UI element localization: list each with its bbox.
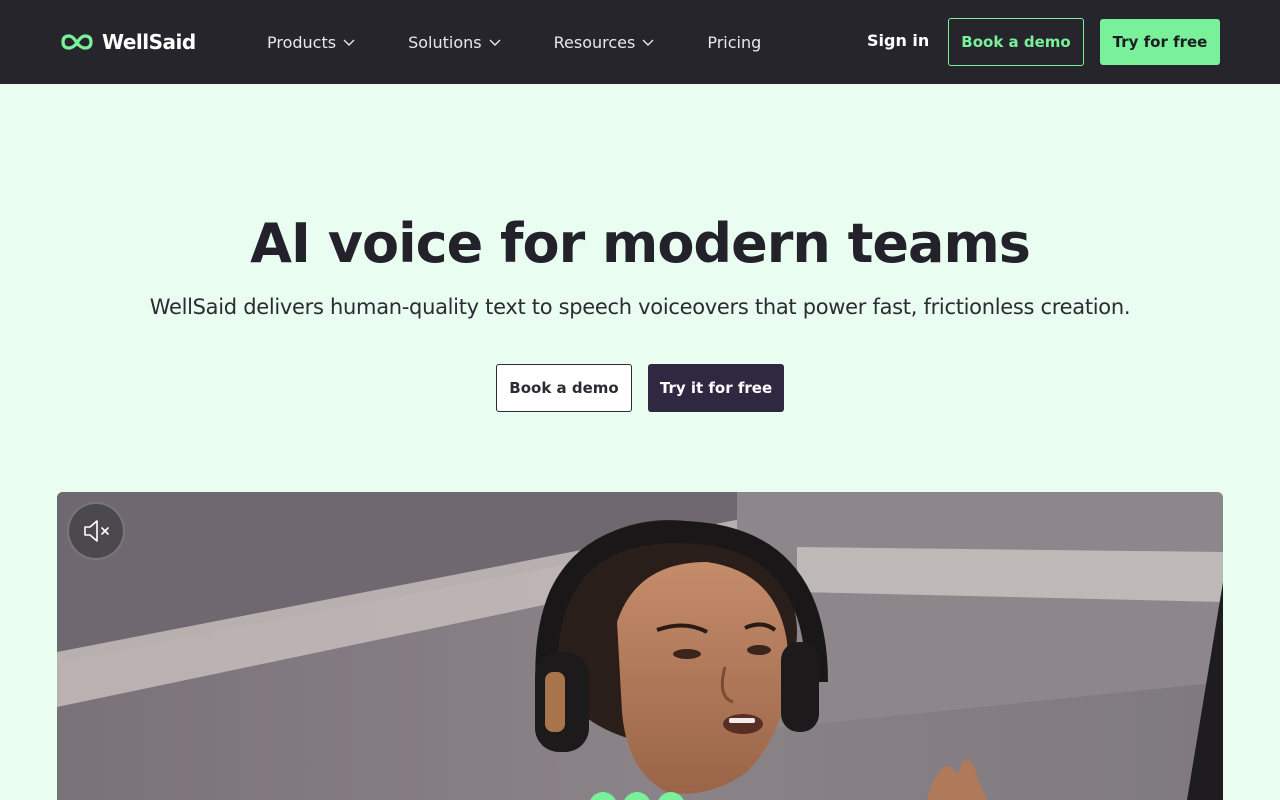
wellsaid-logo[interactable]: WellSaid [60, 28, 196, 56]
nav-book-demo-button[interactable]: Book a demo [948, 18, 1084, 66]
chevron-down-icon [642, 39, 654, 46]
nav-solutions-label: Solutions [408, 32, 482, 52]
main-menu: Products Solutions Resources Pricing [267, 0, 813, 84]
nav-try-free-button[interactable]: Try for free [1100, 19, 1220, 65]
green-dot [589, 792, 617, 800]
nav-pricing[interactable]: Pricing [707, 33, 761, 52]
nav-resources[interactable]: Resources [554, 33, 656, 52]
hero-title: AI voice for modern teams [250, 212, 1031, 275]
nav-resources-label: Resources [553, 32, 636, 52]
chevron-down-icon [489, 39, 501, 46]
logo-text: WellSaid [102, 30, 196, 54]
hero-subtitle: WellSaid delivers human-quality text to … [149, 295, 1131, 319]
logo-mark-icon [61, 34, 93, 50]
mute-toggle-button[interactable] [67, 502, 125, 560]
green-dot [657, 792, 685, 800]
nav-solutions[interactable]: Solutions [408, 33, 502, 52]
chevron-down-icon [343, 39, 355, 46]
nav-products[interactable]: Products [267, 33, 356, 52]
nav-pricing-label: Pricing [707, 32, 762, 52]
hero-try-free-button[interactable]: Try it for free [648, 364, 784, 412]
hero-video[interactable] [57, 492, 1223, 800]
sign-in-link[interactable]: Sign in [867, 31, 929, 50]
green-dot [623, 792, 651, 800]
video-decorative-dots [589, 792, 685, 800]
top-navigation: WellSaid Products Solutions Resources Pr… [0, 0, 1280, 84]
nav-products-label: Products [267, 32, 337, 52]
speaker-muted-icon [84, 520, 109, 542]
hero-book-demo-button[interactable]: Book a demo [496, 364, 632, 412]
video-frame-image [57, 492, 1223, 800]
